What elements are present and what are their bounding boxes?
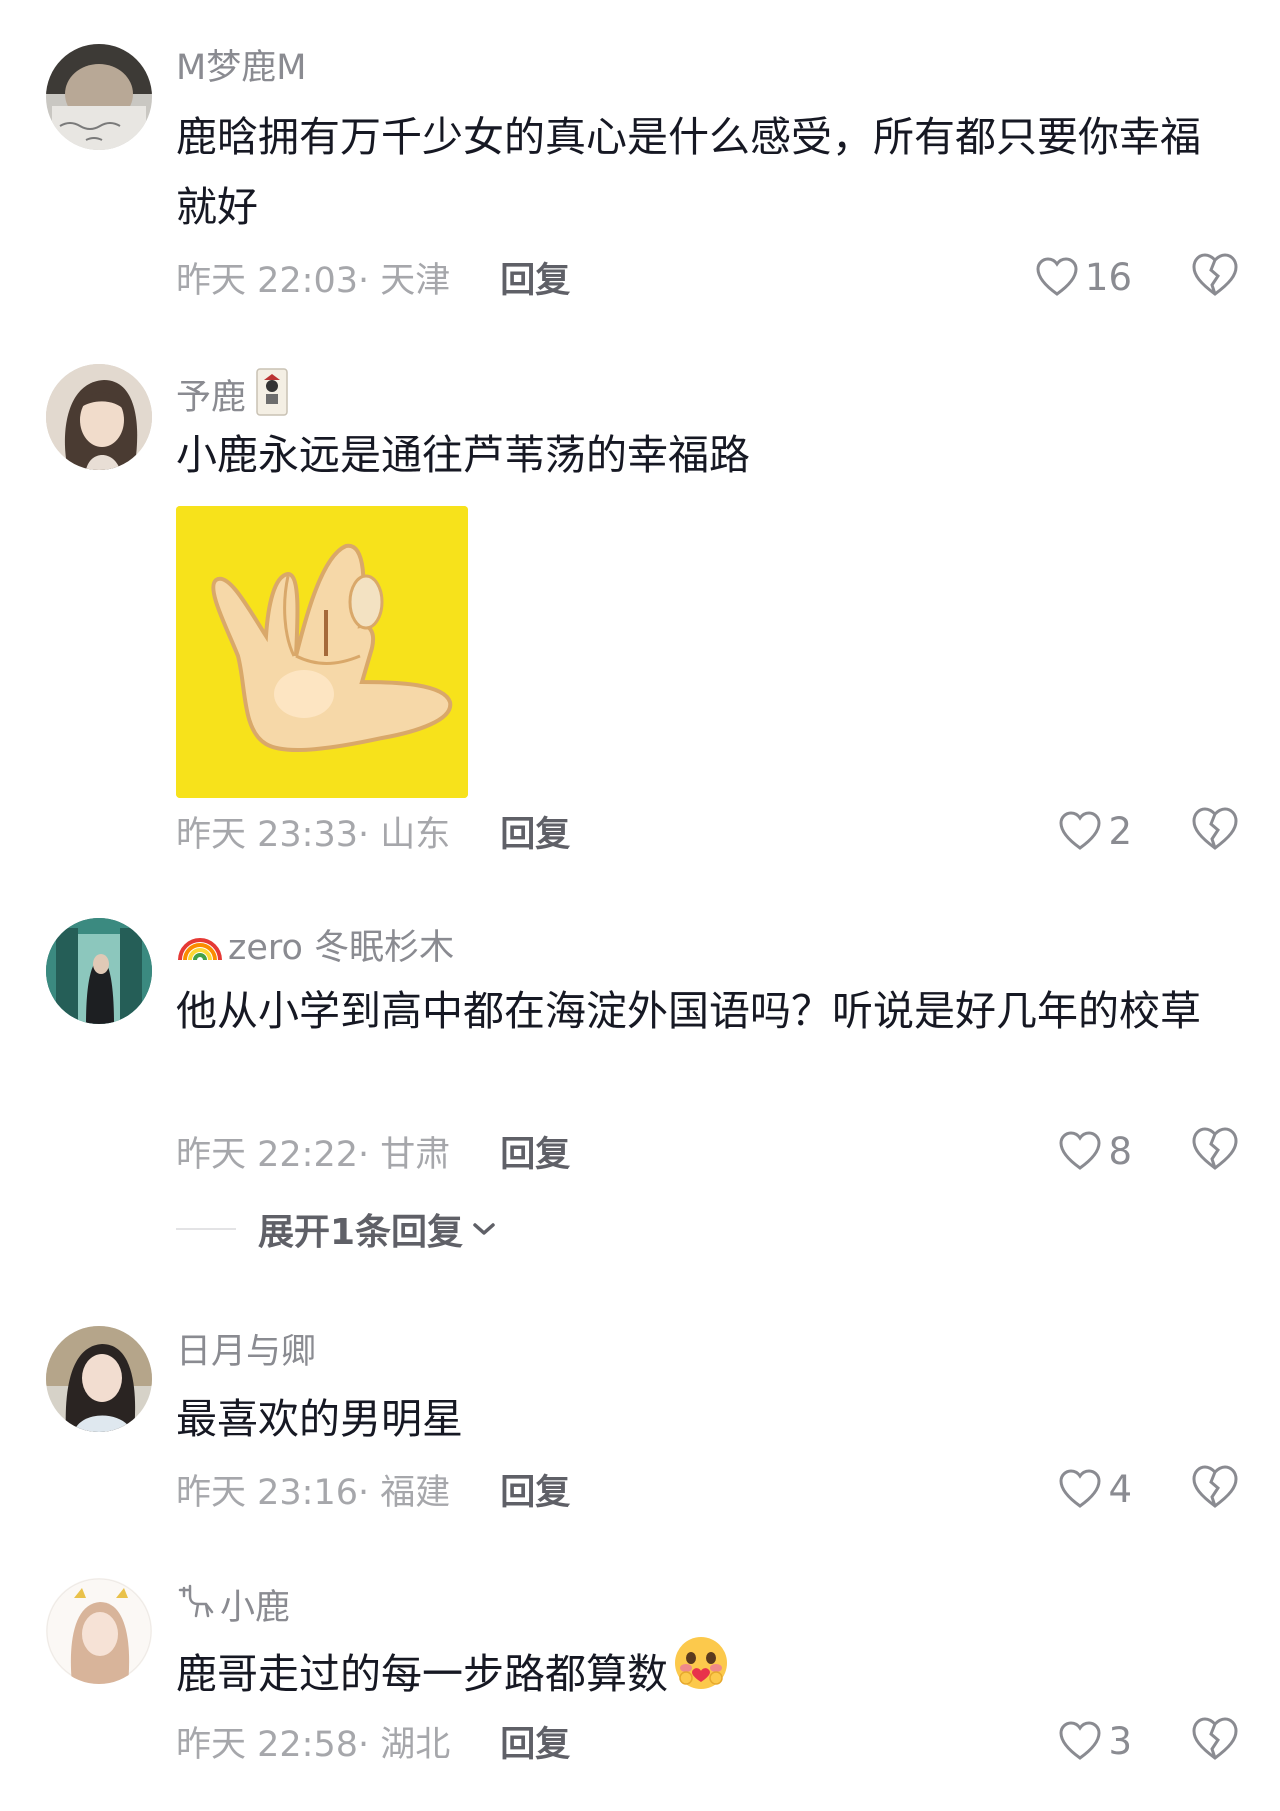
- broken-heart-icon: [1192, 1465, 1238, 1508]
- comment-time-location: 昨天 22:22· 甘肃: [176, 1134, 451, 1175]
- expand-replies-button[interactable]: 展开1条回复: [176, 1204, 497, 1254]
- username-text: 小鹿: [220, 1587, 291, 1628]
- reply-button[interactable]: 回复: [500, 1126, 570, 1177]
- comment-text: 鹿晗拥有万千少女的真心是什么感受，所有都只要你幸福就好: [176, 113, 1201, 231]
- like-count: 4: [1108, 1467, 1132, 1511]
- comment-meta: 昨天 22:22· 甘肃 回复: [176, 1126, 570, 1177]
- broken-heart-icon: [1192, 253, 1238, 296]
- comment-meta: 昨天 22:03· 天津 回复: [176, 252, 570, 303]
- broken-heart-icon: [1192, 1127, 1238, 1170]
- chevron-down-icon: [473, 1223, 495, 1235]
- dislike-button[interactable]: [1190, 252, 1240, 302]
- comment-time-location: 昨天 23:16· 福建: [176, 1472, 451, 1513]
- heart-outline-icon: [1059, 811, 1101, 850]
- avatar[interactable]: [46, 1326, 152, 1432]
- comment-text: 小鹿永远是通往芦苇荡的幸福路: [176, 431, 750, 479]
- comment-time-location: 昨天 22:58· 湖北: [176, 1724, 451, 1765]
- username-text: 日月与卿: [176, 1332, 317, 1372]
- like-button[interactable]: 8: [1058, 1126, 1132, 1176]
- comment-time-location: 昨天 22:03· 天津: [176, 260, 451, 301]
- username[interactable]: 予鹿: [176, 368, 288, 427]
- username[interactable]: M梦鹿M: [176, 46, 306, 90]
- dislike-button[interactable]: [1190, 806, 1240, 856]
- like-count: 2: [1108, 809, 1132, 853]
- comment-time-location: 昨天 23:33· 山东: [176, 814, 451, 855]
- broken-heart-icon: [1192, 807, 1238, 850]
- reply-button[interactable]: 回复: [500, 1716, 570, 1767]
- sticker-image[interactable]: [176, 506, 468, 798]
- comment-text: 他从小学到高中都在海淀外国语吗？听说是好几年的校草: [176, 987, 1201, 1035]
- heart-outline-icon: [1059, 1721, 1101, 1760]
- comment-meta: 昨天 23:16· 福建 回复: [176, 1464, 570, 1515]
- avatar[interactable]: [46, 1578, 152, 1684]
- like-button[interactable]: 2: [1058, 806, 1132, 856]
- username[interactable]: zero 冬眠杉木: [176, 922, 454, 973]
- username-text: zero 冬眠杉木: [228, 927, 455, 968]
- heart-outline-icon: [1059, 1469, 1101, 1508]
- divider: [176, 1228, 236, 1230]
- comment-meta: 昨天 22:58· 湖北 回复: [176, 1716, 570, 1767]
- comment-meta: 昨天 23:33· 山东 回复: [176, 806, 570, 857]
- rainbow-icon: [176, 922, 224, 973]
- username[interactable]: 小鹿: [176, 1582, 290, 1633]
- reply-button[interactable]: 回复: [500, 806, 570, 857]
- badge-icon: [256, 368, 288, 427]
- avatar[interactable]: [46, 364, 152, 470]
- like-button[interactable]: 4: [1058, 1464, 1132, 1514]
- like-count: 16: [1084, 255, 1132, 299]
- reply-button[interactable]: 回复: [500, 252, 570, 303]
- username[interactable]: 日月与卿: [176, 1330, 316, 1374]
- heart-outline-icon: [1059, 1131, 1101, 1170]
- username-text: 予鹿: [176, 377, 247, 418]
- expand-replies-label: 展开1条回复: [258, 1212, 464, 1253]
- avatar[interactable]: [46, 44, 152, 150]
- heart-outline-icon: [1036, 257, 1078, 296]
- dislike-button[interactable]: [1190, 1126, 1240, 1176]
- username-text: M梦鹿M: [176, 48, 307, 88]
- comment-text: 鹿哥走过的每一步路都算数: [176, 1634, 1226, 1713]
- dislike-button[interactable]: [1190, 1716, 1240, 1766]
- reply-button[interactable]: 回复: [500, 1464, 570, 1515]
- dislike-button[interactable]: [1190, 1464, 1240, 1514]
- like-count: 8: [1108, 1129, 1132, 1173]
- avatar[interactable]: [46, 918, 152, 1024]
- broken-heart-icon: [1192, 1717, 1238, 1760]
- blush-emoji-icon: [672, 1634, 730, 1713]
- comment-text-content: 鹿哥走过的每一步路都算数: [176, 1649, 668, 1698]
- like-count: 3: [1108, 1719, 1132, 1763]
- like-button[interactable]: 3: [1058, 1716, 1132, 1766]
- like-button[interactable]: 16: [1035, 252, 1132, 302]
- deer-icon: [176, 1582, 216, 1633]
- comment-text: 最喜欢的男明星: [176, 1395, 463, 1443]
